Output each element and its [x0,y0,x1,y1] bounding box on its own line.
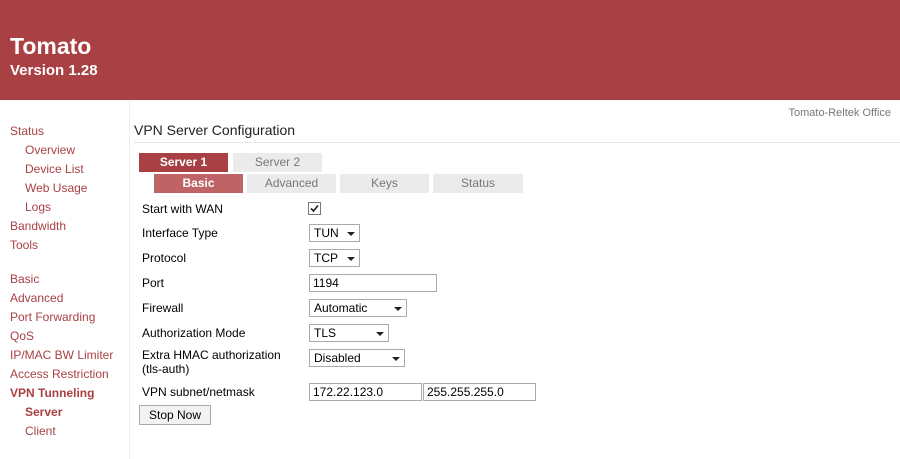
tab-keys[interactable]: Keys [340,174,429,193]
sidebar-item-vpn-client[interactable]: Client [25,424,56,438]
tab-advanced[interactable]: Advanced [247,174,336,193]
tab-server-1[interactable]: Server 1 [139,153,228,172]
sidebar-item-status[interactable]: Status [10,124,44,138]
netmask-input[interactable] [423,383,536,401]
header-bar: Tomato Version 1.28 [0,0,900,100]
protocol-select[interactable]: TCP [309,249,360,267]
tab-server-2[interactable]: Server 2 [233,153,322,172]
hmac-label-line1: Extra HMAC authorization [142,348,281,362]
chevron-down-icon [376,332,384,336]
hmac-value: Disabled [314,351,361,365]
hmac-label: Extra HMAC authorization (tls-auth) [142,348,281,376]
firewall-select[interactable]: Automatic [309,299,407,317]
stop-now-button[interactable]: Stop Now [139,405,211,425]
sidebar-item-vpn-tunneling[interactable]: VPN Tunneling [10,386,94,400]
protocol-label: Protocol [142,251,187,265]
subnet-label: VPN subnet/netmask [142,385,255,399]
hmac-select[interactable]: Disabled [309,349,405,367]
router-name: Tomato-Reltek Office [788,107,891,119]
sidebar-item-overview[interactable]: Overview [25,143,75,157]
protocol-value: TCP [314,251,338,265]
firewall-value: Automatic [314,301,368,315]
port-label: Port [142,276,165,290]
chevron-down-icon [392,357,400,361]
start-wan-checkbox[interactable] [308,202,321,215]
checkmark-icon [310,204,319,213]
sidebar-item-qos[interactable]: QoS [10,329,34,343]
sidebar-item-ip-mac-bw-limiter[interactable]: IP/MAC BW Limiter [10,348,113,362]
sidebar-item-vpn-server[interactable]: Server [25,405,62,419]
app-version: Version 1.28 [10,62,98,79]
chevron-down-icon [347,232,355,236]
auth-mode-value: TLS [314,326,337,340]
interface-type-label: Interface Type [142,226,218,240]
sidebar-item-advanced[interactable]: Advanced [10,291,63,305]
app-title: Tomato [10,33,92,59]
subnet-input[interactable] [309,383,422,401]
sidebar-item-logs[interactable]: Logs [25,200,51,214]
sidebar-item-device-list[interactable]: Device List [25,162,84,176]
chevron-down-icon [347,257,355,261]
chevron-down-icon [394,307,402,311]
port-input[interactable] [309,274,437,292]
hmac-label-line2: (tls-auth) [142,362,190,376]
sidebar-item-bandwidth[interactable]: Bandwidth [10,219,66,233]
interface-type-select[interactable]: TUN [309,224,360,242]
sidebar-item-tools[interactable]: Tools [10,238,38,252]
auth-mode-label: Authorization Mode [142,326,246,340]
title-divider [134,142,900,143]
start-wan-label: Start with WAN [142,202,223,216]
sidebar-item-web-usage[interactable]: Web Usage [25,181,87,195]
sidebar-item-basic[interactable]: Basic [10,272,39,286]
auth-mode-select[interactable]: TLS [309,324,389,342]
page-title: VPN Server Configuration [134,122,296,138]
interface-type-value: TUN [314,226,339,240]
tab-status[interactable]: Status [433,174,523,193]
sidebar-item-access-restriction[interactable]: Access Restriction [10,367,109,381]
sidebar-item-port-forwarding[interactable]: Port Forwarding [10,310,95,324]
tab-basic[interactable]: Basic [154,174,243,193]
firewall-label: Firewall [142,301,184,315]
